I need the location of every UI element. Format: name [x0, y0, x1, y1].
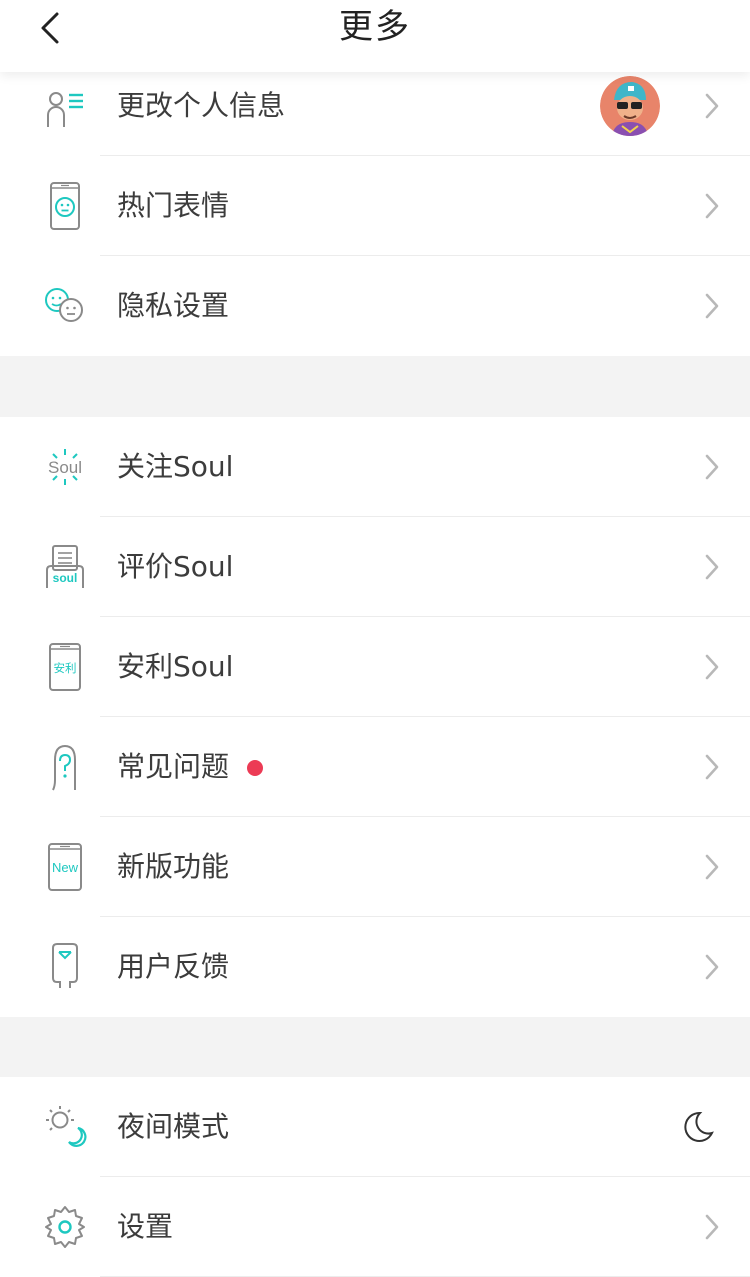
menu-item-label: 用户反馈 [117, 950, 230, 983]
chevron-right-icon [705, 654, 719, 680]
menu-item-label: 隐私设置 [117, 289, 230, 322]
chevron-right-icon [705, 554, 719, 580]
settings-group-app: 夜间模式 设置 [0, 1077, 750, 1277]
menu-item-label: 常见问题 [117, 750, 230, 783]
soul-logo-icon: Soul [40, 442, 90, 492]
menu-item-rate-soul[interactable]: soul 评价Soul [0, 517, 750, 617]
menu-item-label: 安利Soul [117, 650, 234, 683]
chevron-right-icon [705, 1214, 719, 1240]
svg-text:Soul: Soul [48, 458, 82, 477]
chevron-right-icon [705, 293, 719, 319]
question-icon [40, 742, 90, 792]
feedback-icon [40, 942, 90, 992]
menu-item-label: 设置 [117, 1210, 174, 1243]
menu-item-night-mode[interactable]: 夜间模式 [0, 1077, 750, 1177]
chevron-right-icon [705, 954, 719, 980]
new-features-icon: New [40, 842, 90, 892]
menu-item-privacy[interactable]: 隐私设置 [0, 256, 750, 356]
menu-item-recommend-soul[interactable]: 安利 安利Soul [0, 617, 750, 717]
menu-item-follow-soul[interactable]: Soul 关注Soul [0, 417, 750, 517]
menu-item-hot-emoji[interactable]: 热门表情 [0, 156, 750, 256]
chevron-right-icon [705, 193, 719, 219]
notification-badge [247, 760, 263, 776]
chevron-right-icon [705, 754, 719, 780]
svg-text:安利: 安利 [54, 661, 77, 675]
menu-item-label: 夜间模式 [117, 1110, 230, 1143]
rate-soul-icon: soul [40, 542, 90, 592]
menu-item-settings[interactable]: 设置 [0, 1177, 750, 1277]
gear-icon [40, 1202, 90, 1252]
privacy-faces-icon [40, 281, 90, 331]
emoji-phone-icon [40, 181, 90, 231]
menu-item-label: 评价Soul [117, 550, 234, 583]
profile-edit-icon [40, 86, 90, 136]
menu-item-label: 关注Soul [117, 450, 234, 483]
night-mode-icon [40, 1102, 90, 1152]
menu-item-label: 热门表情 [117, 189, 230, 222]
settings-group-soul: Soul 关注Soul soul 评价Soul 安利 安利Soul 常见问题 N… [0, 417, 750, 1017]
recommend-soul-icon: 安利 [40, 642, 90, 692]
settings-group-profile: 更改个人信息 热门表情 隐私设置 [0, 56, 750, 356]
chevron-right-icon [705, 93, 719, 119]
avatar[interactable] [600, 76, 660, 136]
nav-bar: 更多 [0, 0, 750, 72]
svg-text:New: New [52, 860, 79, 875]
svg-text:soul: soul [53, 571, 78, 585]
menu-item-faq[interactable]: 常见问题 [0, 717, 750, 817]
menu-item-feedback[interactable]: 用户反馈 [0, 917, 750, 1017]
chevron-right-icon [705, 454, 719, 480]
menu-item-label: 新版功能 [117, 850, 230, 883]
moon-icon[interactable] [682, 1111, 714, 1143]
menu-item-new-features[interactable]: New 新版功能 [0, 817, 750, 917]
page-title: 更多 [339, 7, 411, 47]
chevron-right-icon [705, 854, 719, 880]
